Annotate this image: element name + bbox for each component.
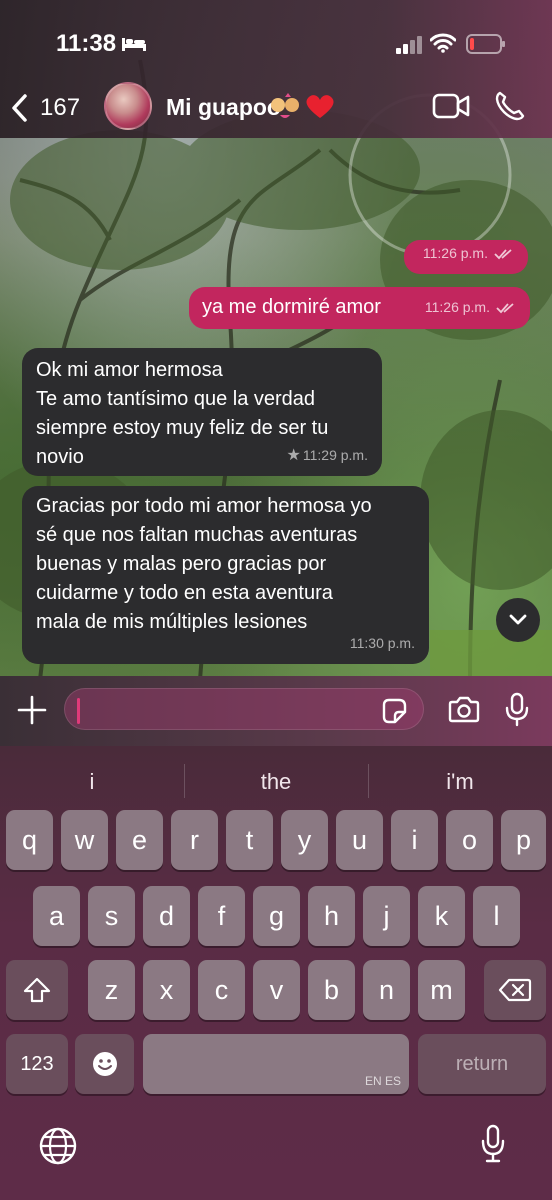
wifi-icon xyxy=(430,33,456,53)
shift-key[interactable] xyxy=(6,960,68,1020)
key-y[interactable]: y xyxy=(281,810,328,870)
message-time: 11:30 p.m. xyxy=(349,635,415,651)
key-b[interactable]: b xyxy=(308,960,355,1020)
message-meta: 11:26 p.m. xyxy=(425,293,516,322)
message-bubble-incoming[interactable]: Ok mi amor hermosa Te amo tantísimo que … xyxy=(22,348,382,476)
key-v[interactable]: v xyxy=(253,960,300,1020)
message-meta: 11:26 p.m. xyxy=(423,239,514,268)
key-h[interactable]: h xyxy=(308,886,355,946)
text-caret xyxy=(77,698,80,724)
space-language-label: EN ES xyxy=(364,1074,401,1088)
bed-icon xyxy=(122,38,146,51)
key-s[interactable]: s xyxy=(88,886,135,946)
key-m[interactable]: m xyxy=(418,960,465,1020)
plus-icon[interactable] xyxy=(16,694,48,726)
message-text: Gracias por todo mi amor hermosa yo sé q… xyxy=(36,495,372,633)
read-receipt-icon xyxy=(496,302,514,313)
message-meta: ★ 11:29 p.m. xyxy=(287,441,368,470)
key-n[interactable]: n xyxy=(363,960,410,1020)
camera-icon[interactable] xyxy=(447,696,481,724)
back-chevron-icon xyxy=(12,94,27,122)
sticker-icon[interactable] xyxy=(380,697,408,725)
contact-name[interactable]: Mi guapoo xyxy=(166,94,281,121)
key-z[interactable]: z xyxy=(88,960,135,1020)
message-bubble-outgoing[interactable]: ya me dormiré amor 11:26 p.m. xyxy=(189,287,530,329)
star-icon: ★ xyxy=(286,447,301,464)
emoji-key[interactable] xyxy=(75,1034,134,1094)
message-meta: 11:30 p.m. xyxy=(350,629,415,658)
key-q[interactable]: q xyxy=(6,810,53,870)
contact-avatar[interactable] xyxy=(104,82,152,130)
message-composer xyxy=(0,676,552,746)
globe-icon[interactable] xyxy=(38,1126,78,1166)
video-call-icon[interactable] xyxy=(432,92,470,120)
space-key[interactable]: EN ES xyxy=(143,1034,409,1094)
key-f[interactable]: f xyxy=(198,886,245,946)
key-k[interactable]: k xyxy=(418,886,465,946)
suggestion-item[interactable]: i'm xyxy=(368,754,552,810)
delete-icon xyxy=(498,978,532,1002)
key-a[interactable]: a xyxy=(33,886,80,946)
couple-heart-emoji-icon xyxy=(271,93,334,118)
message-time: 11:29 p.m. xyxy=(302,447,368,463)
predictive-bar: i the i'm xyxy=(0,754,552,810)
key-d[interactable]: d xyxy=(143,886,190,946)
key-g[interactable]: g xyxy=(253,886,300,946)
key-l[interactable]: l xyxy=(473,886,520,946)
key-w[interactable]: w xyxy=(61,810,108,870)
signal-icon xyxy=(396,36,422,54)
key-x[interactable]: x xyxy=(143,960,190,1020)
message-text: Ok mi amor hermosa Te amo tantísimo que … xyxy=(36,359,329,468)
chevron-down-icon xyxy=(509,614,527,625)
phone-icon[interactable] xyxy=(494,90,526,122)
scroll-to-bottom-button[interactable] xyxy=(496,598,540,642)
suggestion-item[interactable]: the xyxy=(184,754,368,810)
message-bubble-incoming[interactable]: Gracias por todo mi amor hermosa yo sé q… xyxy=(22,486,429,664)
unread-count: 167 xyxy=(40,94,81,121)
numbers-key[interactable]: 123 xyxy=(6,1034,68,1094)
message-text: ya me dormiré amor xyxy=(202,296,381,318)
message-time: 11:26 p.m. xyxy=(422,245,488,261)
dictation-icon[interactable] xyxy=(480,1124,506,1164)
read-receipt-icon xyxy=(494,248,512,259)
keyboard: i the i'm q w e r t y u i o p a s d f g … xyxy=(0,746,552,1200)
suggestion-item[interactable]: i xyxy=(0,754,184,810)
key-p[interactable]: p xyxy=(501,810,546,870)
key-j[interactable]: j xyxy=(363,886,410,946)
emoji-icon xyxy=(92,1052,117,1076)
shift-icon xyxy=(23,977,51,1003)
chat-header: 11:38 167 Mi guapoo xyxy=(0,0,552,138)
return-key[interactable]: return xyxy=(418,1034,546,1094)
delete-key[interactable] xyxy=(484,960,546,1020)
key-i[interactable]: i xyxy=(391,810,438,870)
status-time: 11:38 xyxy=(56,30,117,57)
key-t[interactable]: t xyxy=(226,810,273,870)
key-o[interactable]: o xyxy=(446,810,493,870)
key-u[interactable]: u xyxy=(336,810,383,870)
message-bubble-outgoing[interactable]: 11:26 p.m. xyxy=(404,240,528,274)
key-c[interactable]: c xyxy=(198,960,245,1020)
back-button[interactable]: 167 xyxy=(10,88,80,128)
key-e[interactable]: e xyxy=(116,810,163,870)
microphone-icon[interactable] xyxy=(504,692,530,728)
key-r[interactable]: r xyxy=(171,810,218,870)
battery-low-icon xyxy=(466,34,505,54)
message-input[interactable] xyxy=(64,688,424,730)
message-time: 11:26 p.m. xyxy=(424,299,490,315)
